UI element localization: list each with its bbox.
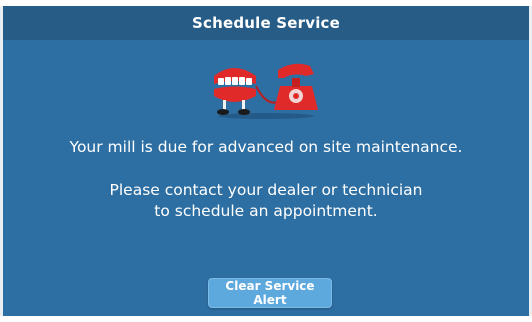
service-illustration: [3, 56, 529, 120]
contact-dealer-line-2: to schedule an appointment.: [154, 202, 378, 220]
chattering-teeth-and-telephone-icon: [214, 63, 318, 119]
dialog-title: Schedule Service: [191, 14, 341, 32]
dialog-title-bar: Schedule Service: [3, 6, 529, 40]
contact-dealer-line-1: Please contact your dealer or technician: [109, 181, 423, 199]
clear-service-alert-button[interactable]: Clear Service Alert: [208, 278, 332, 308]
schedule-service-dialog: Schedule Service Your mill is due for ad…: [0, 6, 532, 316]
contact-dealer-message: Please contact your dealer or technician…: [3, 180, 529, 222]
maintenance-due-message: Your mill is due for advanced on site ma…: [69, 138, 463, 156]
